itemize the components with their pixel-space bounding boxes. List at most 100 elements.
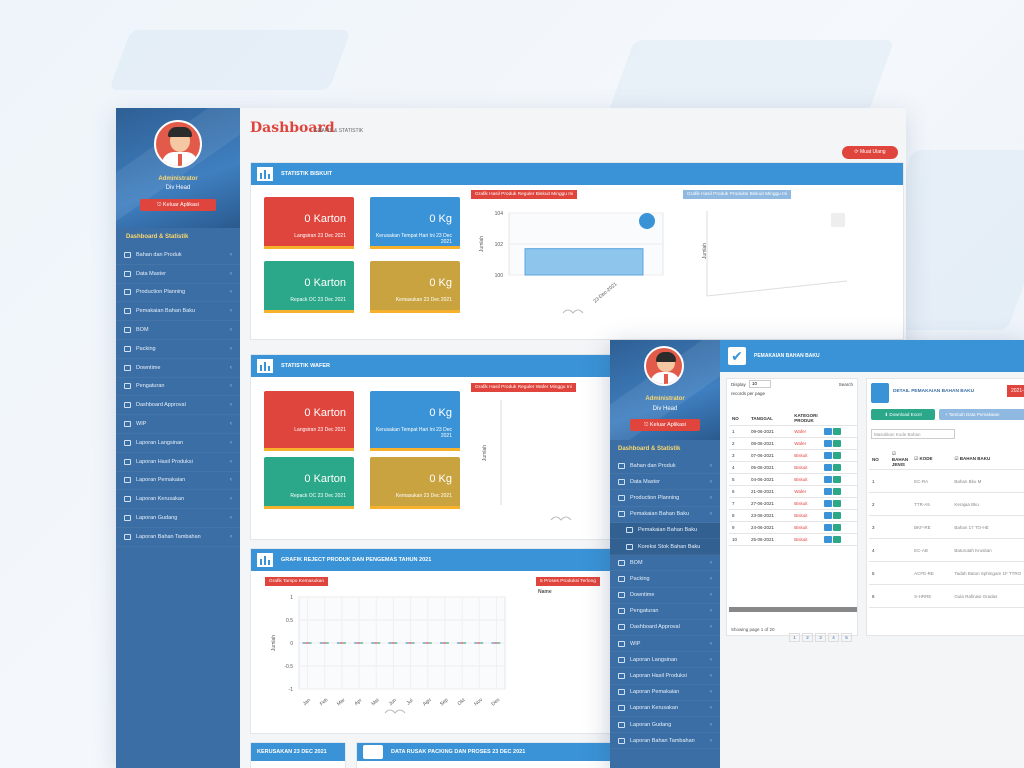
edit-icon[interactable]: [824, 536, 833, 543]
sidebar-item-label: Laporan Langsinan: [630, 656, 678, 663]
sidebar-item[interactable]: Bahan dan Produk ‹: [116, 246, 240, 265]
view-icon[interactable]: [833, 500, 842, 507]
table-row[interactable]: 5 ACFE-RE Tadah Baton Sphingam 1F TTRO: [869, 561, 1024, 585]
sidebar-item[interactable]: Laporan Pemakaian ‹: [116, 472, 240, 491]
table-row[interactable]: 8 23-06-2021 Biskuit: [729, 509, 857, 522]
column-header[interactable]: ☑ KODE: [911, 449, 952, 470]
table-row[interactable]: 3 BKF-RE Bahan 17 TO-HE: [869, 515, 1024, 539]
sidebar-item[interactable]: Laporan Bahan Tambahan ‹: [610, 733, 720, 750]
table-row[interactable]: 10 25-06-2021 Biskuit: [729, 533, 857, 546]
view-icon[interactable]: [833, 476, 842, 483]
sidebar-item[interactable]: WIP ‹: [116, 415, 240, 434]
column-header[interactable]: NO: [869, 449, 889, 470]
edit-icon[interactable]: [824, 428, 833, 435]
table-row[interactable]: 3 07-06-2021 Biskuit: [729, 449, 857, 462]
page-button[interactable]: 5: [841, 633, 852, 642]
sidebar-item[interactable]: BOM ‹: [116, 321, 240, 340]
sidebar-item[interactable]: Dashboard Approval ‹: [116, 396, 240, 416]
column-header[interactable]: KATEGORI PRODUK: [791, 411, 822, 426]
logout-button[interactable]: ⎋ Keluar Aplikasi: [140, 199, 216, 211]
table-row[interactable]: 5 04-06-2021 Biskuit: [729, 473, 857, 486]
table-row[interactable]: 6 21-06-2021 Wafer: [729, 485, 857, 498]
table-row[interactable]: 9 24-06-2021 Biskuit: [729, 521, 857, 534]
sidebar-item[interactable]: Laporan Kerusakan ‹: [116, 490, 240, 510]
edit-icon[interactable]: [824, 440, 833, 447]
sidebar-item[interactable]: Production Planning ‹: [610, 490, 720, 507]
sidebar-item[interactable]: Pengaturan ‹: [610, 604, 720, 620]
reload-button[interactable]: ⟳ Muat Ulang: [842, 146, 898, 159]
table-row[interactable]: 1 09-06-2021 Wafer: [729, 425, 857, 438]
edit-icon[interactable]: [824, 464, 833, 471]
sidebar-item[interactable]: Laporan Gudang ‹: [610, 717, 720, 734]
sidebar-item[interactable]: Downtime ‹: [116, 359, 240, 378]
table-row[interactable]: 4 EC-AB Baturutah Krusitan: [869, 538, 1024, 562]
sidebar-item[interactable]: Data Master ‹: [116, 265, 240, 284]
view-icon[interactable]: [833, 524, 842, 531]
download-excel-button[interactable]: ⬇ Download Excel: [871, 409, 935, 420]
sidebar-item[interactable]: Dashboard Approval ‹: [610, 620, 720, 637]
stat-card: 0 Kg Kemasukan 23 Dec 2021: [370, 261, 460, 313]
view-icon[interactable]: [833, 452, 842, 459]
edit-icon[interactable]: [824, 500, 833, 507]
edit-icon[interactable]: [824, 452, 833, 459]
page-button[interactable]: 1: [789, 633, 800, 642]
column-header[interactable]: NO: [729, 411, 748, 426]
table-row[interactable]: 2 TTR-A5 Kerajaa Bku: [869, 492, 1024, 516]
x-tick-label: Jun: [388, 697, 398, 707]
sidebar-item[interactable]: Data Master ‹: [610, 474, 720, 491]
edit-icon[interactable]: [824, 524, 833, 531]
sidebar-item[interactable]: Laporan Pemakaian ‹: [610, 685, 720, 701]
sidebar-item-label: Packing: [630, 575, 650, 582]
column-header[interactable]: ☑ BAHAN BAKU: [951, 449, 1024, 470]
sidebar-item[interactable]: Pengaturan ‹: [116, 378, 240, 397]
sidebar-item[interactable]: Laporan Gudang ‹: [116, 509, 240, 528]
sidebar-item[interactable]: Laporan Langsinan ‹: [610, 652, 720, 669]
table-row[interactable]: 6 S-HRRE Gula Rafinasi Gradas: [869, 584, 1024, 608]
edit-icon[interactable]: [824, 512, 833, 519]
view-icon[interactable]: [833, 488, 842, 495]
row-no: 9: [729, 521, 748, 534]
add-usage-button[interactable]: + Tambah Data Pemakaian: [939, 409, 1024, 420]
chevron-left-icon: ‹: [230, 289, 232, 296]
sidebar-item[interactable]: Pemakaian Bahan Baku ‹: [116, 302, 240, 322]
table-row[interactable]: 2 08-06-2021 Wafer: [729, 437, 857, 450]
edit-icon[interactable]: [824, 488, 833, 495]
sidebar-item[interactable]: Laporan Hasil Produksi ‹: [116, 453, 240, 472]
view-icon[interactable]: [833, 536, 842, 543]
column-header[interactable]: TANGGAL: [747, 411, 792, 426]
sidebar-item[interactable]: BOM ‹: [610, 555, 720, 572]
sidebar-item[interactable]: Bahan dan Produk ‹: [610, 458, 720, 475]
row-category: Wafer: [791, 437, 822, 450]
sidebar-item[interactable]: Laporan Langsinan ‹: [116, 434, 240, 453]
page-button[interactable]: 3: [815, 633, 826, 642]
sidebar-item[interactable]: Downtime ‹: [610, 588, 720, 604]
view-icon[interactable]: [833, 428, 842, 435]
column-header[interactable]: ☑ BAHAN JENIS: [888, 449, 912, 470]
sidebar-item[interactable]: WIP ‹: [610, 636, 720, 653]
sidebar-item[interactable]: Laporan Hasil Produksi ‹: [610, 668, 720, 685]
sidebar-subitem[interactable]: Koreksi Stok Bahan Baku: [610, 538, 720, 556]
detail-search-input[interactable]: Masukkan Kode Bahan: [871, 429, 955, 439]
sidebar-item[interactable]: Production Planning ‹: [116, 284, 240, 303]
page-size-select[interactable]: 10: [749, 380, 771, 388]
view-icon[interactable]: [833, 464, 842, 471]
report-icon: [124, 515, 131, 522]
edit-icon[interactable]: [824, 476, 833, 483]
sidebar-item[interactable]: Laporan Bahan Tambahan ‹: [116, 528, 240, 547]
row-code: BKF-RE: [911, 515, 952, 539]
table-row[interactable]: 4 05-06-2021 Biskuit: [729, 461, 857, 474]
sidebar-item[interactable]: Laporan Kerusakan ‹: [610, 701, 720, 717]
row-no: 3: [869, 515, 889, 539]
view-icon[interactable]: [833, 440, 842, 447]
page-button[interactable]: 4: [828, 633, 839, 642]
sidebar-subitem[interactable]: Pemakaian Bahan Baku: [610, 522, 720, 539]
table-row[interactable]: 1 EC-RA Bahan Bku M: [869, 469, 1024, 493]
page-button[interactable]: 2: [802, 633, 813, 642]
sidebar-item[interactable]: Packing ‹: [610, 571, 720, 588]
scrollbar[interactable]: [729, 607, 857, 612]
sidebar-item[interactable]: Packing ‹: [116, 340, 240, 359]
view-icon[interactable]: [833, 512, 842, 519]
sidebar-item[interactable]: Pemakaian Bahan Baku ‹: [610, 507, 720, 523]
logout-button[interactable]: ⎋ Keluar Aplikasi: [630, 419, 700, 431]
table-row[interactable]: 7 27-06-2021 Biskuit: [729, 497, 857, 510]
